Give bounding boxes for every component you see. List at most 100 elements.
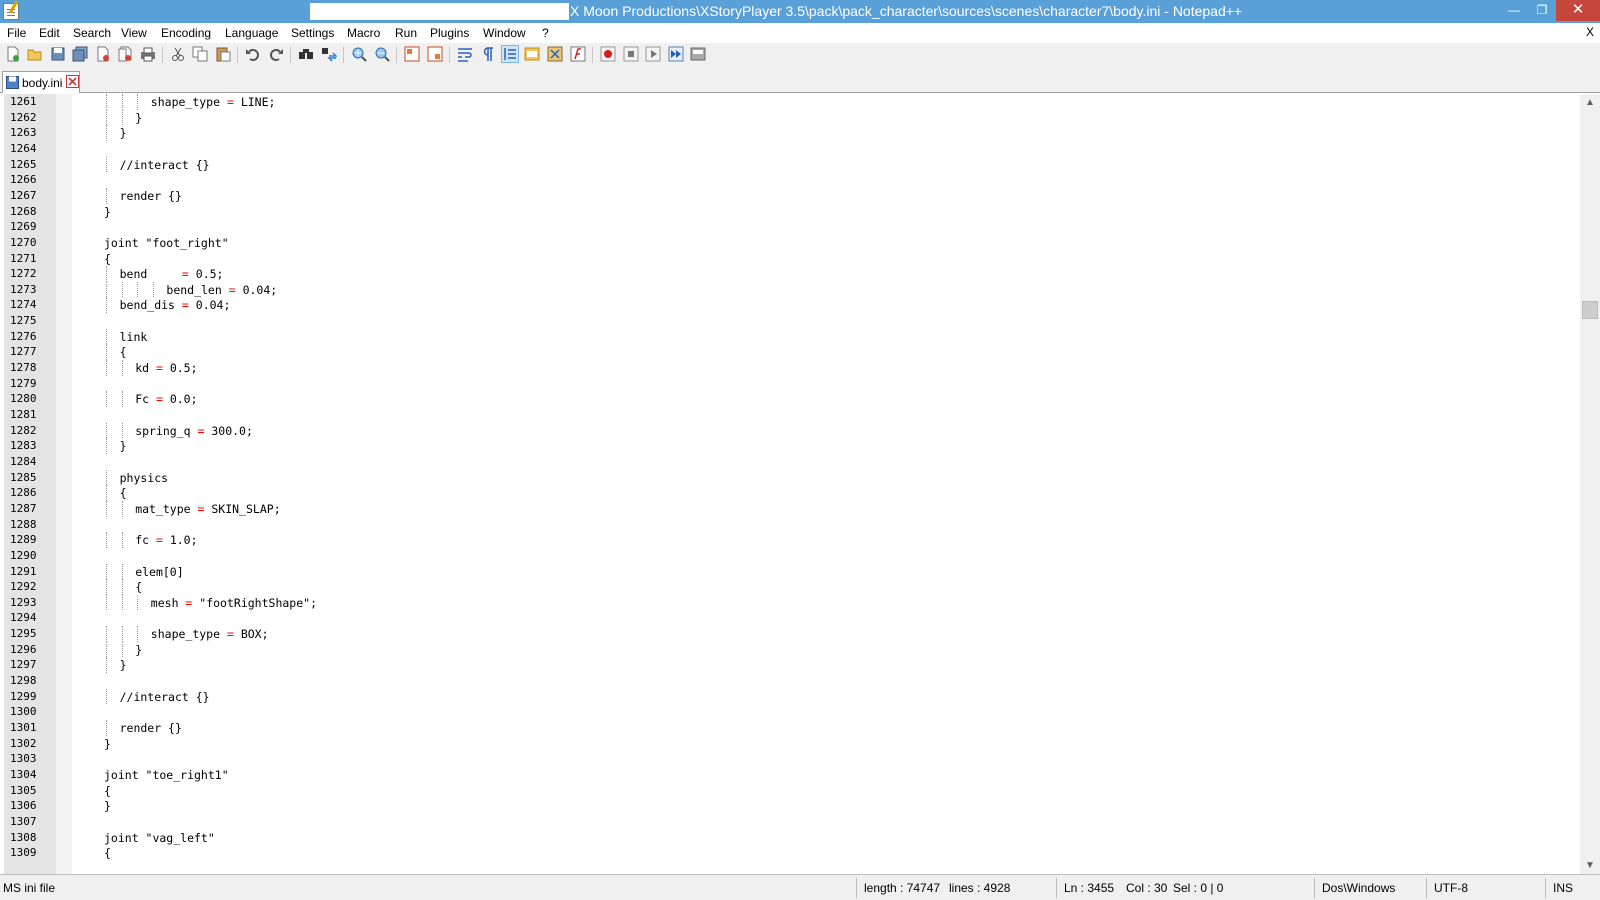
code-line[interactable]: fc = 1.0; (135, 532, 197, 548)
menu-window[interactable]: Window (483, 26, 526, 40)
redo-icon[interactable] (268, 46, 284, 62)
fold-margin[interactable] (56, 94, 72, 874)
sync-vertical-icon[interactable] (404, 46, 420, 62)
macro-play-icon[interactable] (645, 46, 661, 62)
code-line[interactable]: mesh = "footRightShape"; (151, 595, 317, 611)
zoom-in-icon[interactable] (351, 46, 367, 62)
indent-guide (106, 469, 107, 486)
tab-close-icon[interactable] (66, 75, 79, 88)
code-line[interactable]: { (120, 344, 127, 360)
code-line[interactable]: kd = 0.5; (135, 360, 197, 376)
maximize-button[interactable]: ❐ (1528, 0, 1556, 21)
code-line[interactable]: //interact {} (120, 157, 210, 173)
scroll-thumb[interactable] (1582, 301, 1598, 319)
tab-body-ini[interactable]: body.ini (2, 71, 80, 93)
code-line[interactable]: { (120, 485, 127, 501)
code-line[interactable]: joint "toe_right1" (104, 767, 229, 783)
language-define-icon[interactable] (524, 46, 540, 62)
code-line[interactable]: mat_type = SKIN_SLAP; (135, 501, 280, 517)
line-number: 1303 (10, 752, 37, 766)
indent-guide-icon[interactable] (501, 45, 519, 63)
code-line[interactable]: bend_len = 0.04; (166, 282, 277, 298)
code-line[interactable]: shape_type = BOX; (151, 626, 269, 642)
undo-icon[interactable] (245, 46, 261, 62)
show-all-chars-icon[interactable] (479, 46, 495, 62)
code-line[interactable]: //interact {} (120, 689, 210, 705)
new-file-icon[interactable] (5, 46, 21, 62)
notepad-app-icon[interactable] (3, 3, 19, 20)
scroll-down-button[interactable]: ▼ (1580, 857, 1600, 874)
paste-icon[interactable] (215, 46, 231, 62)
close-window-button[interactable]: ✕ (1556, 0, 1600, 21)
macro-record-icon[interactable] (600, 46, 616, 62)
save-all-icon[interactable] (72, 46, 88, 62)
code-line[interactable]: { (135, 579, 142, 595)
code-line[interactable]: joint "foot_right" (104, 235, 229, 251)
code-line[interactable]: bend = 0.5; (120, 266, 224, 282)
open-file-icon[interactable] (27, 46, 43, 62)
close-document-button[interactable]: X (1586, 25, 1594, 39)
code-line[interactable]: joint "vag_left" (104, 830, 215, 846)
macro-run-multiple-icon[interactable] (668, 46, 684, 62)
code-line[interactable]: render {} (120, 720, 182, 736)
save-icon[interactable] (50, 46, 66, 62)
code-line[interactable]: { (104, 845, 111, 861)
indent-guide (152, 281, 154, 298)
code-line[interactable]: physics (120, 470, 168, 486)
indent-guide (121, 626, 123, 642)
find-icon[interactable] (298, 46, 314, 62)
code-line[interactable]: link (120, 329, 148, 345)
code-line[interactable]: } (120, 657, 127, 673)
function-list-icon[interactable] (570, 46, 586, 62)
menu-settings[interactable]: Settings (291, 26, 334, 40)
code-line[interactable]: } (120, 125, 127, 141)
document-map-icon[interactable] (547, 46, 563, 62)
code-line[interactable]: bend_dis = 0.04; (120, 297, 231, 313)
code-line[interactable]: shape_type = LINE; (151, 94, 276, 110)
macro-stop-icon[interactable] (623, 46, 639, 62)
code-line[interactable]: elem[0] (135, 564, 183, 580)
close-all-icon[interactable] (117, 46, 133, 62)
word-wrap-icon[interactable] (457, 46, 473, 62)
status-separator (856, 878, 857, 898)
sync-horizontal-icon[interactable] (427, 46, 443, 62)
menu-file[interactable]: File (7, 26, 26, 40)
code-line[interactable]: spring_q = 300.0; (135, 423, 253, 439)
menu-help[interactable]: ? (542, 26, 549, 40)
replace-icon[interactable] (321, 46, 337, 62)
line-number: 1276 (10, 329, 37, 343)
editor[interactable]: 1261 1262 1263 1264 1265 1266 1267 1268 1269 1270… (0, 94, 1600, 874)
code-line[interactable]: } (104, 798, 111, 814)
code-line[interactable]: render {} (120, 188, 182, 204)
code-line[interactable]: } (120, 438, 127, 454)
menu-run[interactable]: Run (395, 26, 417, 40)
close-icon[interactable] (95, 46, 111, 62)
zoom-out-icon[interactable] (374, 46, 390, 62)
menu-view[interactable]: View (121, 26, 147, 40)
code-line[interactable]: { (104, 783, 111, 799)
line-number: 1297 (10, 658, 37, 672)
menu-language[interactable]: Language (225, 26, 278, 40)
indent-guide (121, 594, 123, 611)
menu-plugins[interactable]: Plugins (430, 26, 469, 40)
copy-icon[interactable] (192, 46, 208, 62)
cut-icon[interactable] (170, 46, 186, 62)
code-line[interactable]: } (104, 736, 111, 752)
code-line[interactable]: { (104, 251, 111, 267)
vertical-scrollbar[interactable]: ▲ ▼ (1580, 94, 1600, 874)
macro-save-icon[interactable] (690, 46, 706, 62)
menu-encoding[interactable]: Encoding (161, 26, 211, 40)
menu-edit[interactable]: Edit (39, 26, 60, 40)
code-line[interactable]: } (104, 204, 111, 220)
print-icon[interactable] (140, 46, 156, 62)
scroll-up-button[interactable]: ▲ (1580, 94, 1600, 111)
indent-guide (106, 281, 107, 298)
minimize-button[interactable]: — (1500, 0, 1528, 21)
code-line[interactable]: Fc = 0.0; (135, 391, 197, 407)
menu-macro[interactable]: Macro (347, 26, 380, 40)
code-line[interactable]: } (135, 110, 142, 126)
menu-search[interactable]: Search (73, 26, 111, 40)
line-number: 1274 (10, 298, 37, 312)
code-area[interactable]: shape_type = LINE;}} //interact {} render … (72, 94, 1580, 874)
code-line[interactable]: } (135, 642, 142, 658)
